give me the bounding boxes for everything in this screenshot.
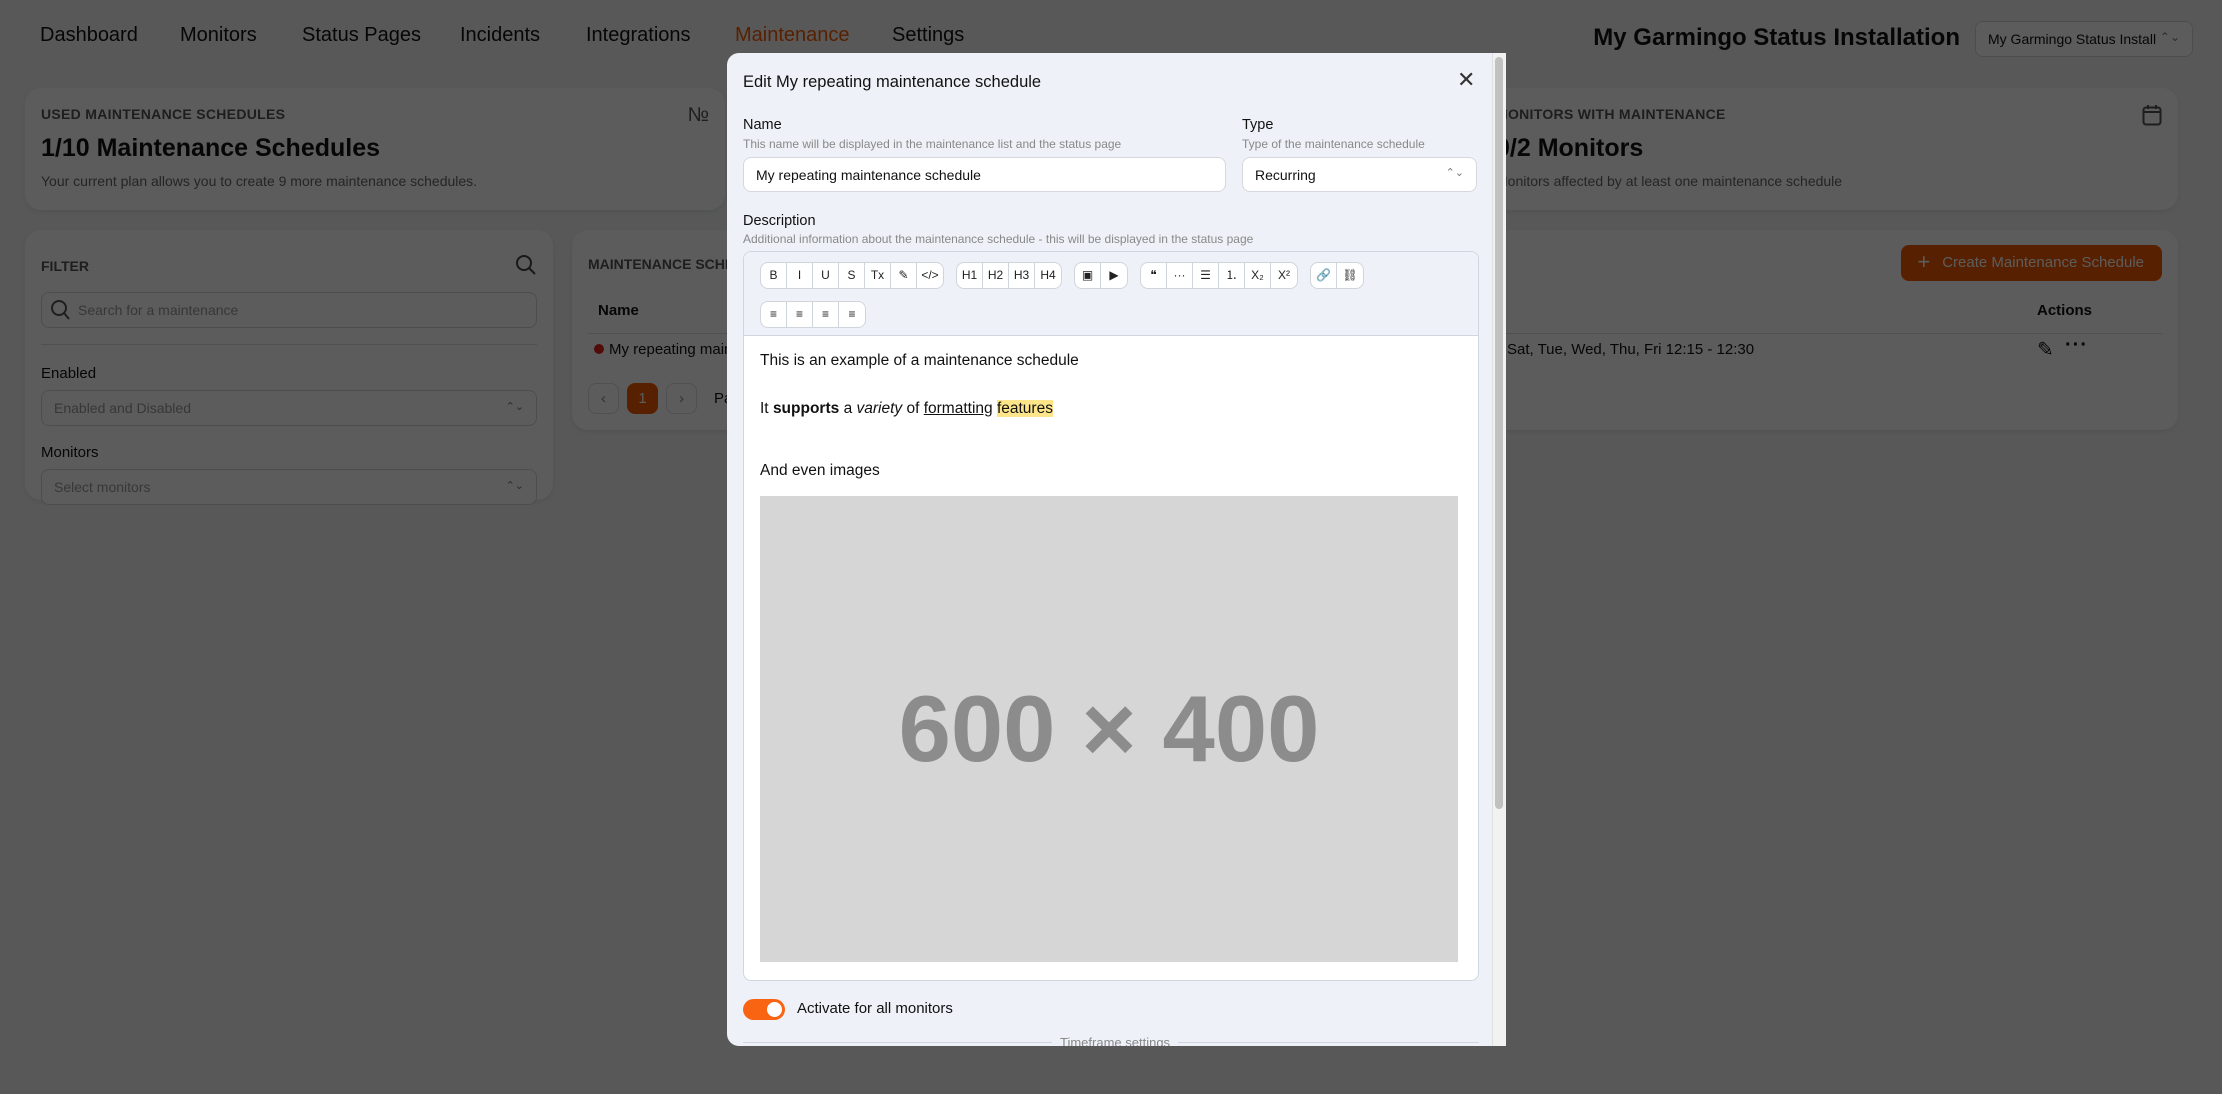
toolbar-group: H1 H2 H3 H4 <box>956 262 1062 289</box>
description-editor: B I U S Tx ✎ </> H1 H2 H3 H4 ▣ ▶ ❝ ··· ☰ ⒈ X₂ X² 🔗 ⛓ ≡ ≡ ≡ ≡ Th… <box>743 251 1479 981</box>
name-input-value: My repeating maintenance schedule <box>756 167 981 183</box>
video-icon[interactable]: ▶ <box>1101 263 1127 288</box>
superscript-icon[interactable]: X² <box>1271 263 1297 288</box>
content-line: It supports a variety of formatting feat… <box>760 398 1462 420</box>
subscript-icon[interactable]: X₂ <box>1245 263 1271 288</box>
italic-text: variety <box>856 400 903 417</box>
scrollbar-thumb[interactable] <box>1495 57 1503 809</box>
strikethrough-icon[interactable]: S <box>839 263 865 288</box>
bold-icon[interactable]: B <box>761 263 787 288</box>
type-help: Type of the maintenance schedule <box>1242 137 1425 151</box>
align-left-icon[interactable]: ≡ <box>761 302 787 327</box>
close-icon[interactable]: ✕ <box>1457 69 1475 91</box>
align-right-icon[interactable]: ≡ <box>839 302 865 327</box>
type-label: Type <box>1242 117 1274 133</box>
image-placeholder[interactable]: 600 × 400 <box>760 496 1458 962</box>
underline-icon[interactable]: U <box>813 263 839 288</box>
toolbar-group: ❝ ··· ☰ ⒈ X₂ X² <box>1140 262 1298 289</box>
toolbar-group: ≡ ≡ ≡ ≡ <box>760 301 866 328</box>
editor-content[interactable]: This is an example of a maintenance sche… <box>744 336 1478 976</box>
align-center-icon[interactable]: ≡ <box>787 302 813 327</box>
heading-2-icon[interactable]: H2 <box>983 263 1009 288</box>
toolbar-group: B I U S Tx ✎ </> <box>760 262 944 289</box>
link-icon[interactable]: 🔗 <box>1311 263 1337 288</box>
text: of <box>906 400 920 417</box>
modal-scrollbar[interactable] <box>1492 53 1506 1046</box>
modal-title: Edit My repeating maintenance schedule <box>743 73 1042 91</box>
heading-1-icon[interactable]: H1 <box>957 263 983 288</box>
content-line: This is an example of a maintenance sche… <box>760 352 1079 369</box>
name-help: This name will be displayed in the maint… <box>743 137 1122 151</box>
image-icon[interactable]: ▣ <box>1075 263 1101 288</box>
text: It <box>760 400 769 417</box>
heading-4-icon[interactable]: H4 <box>1035 263 1061 288</box>
underlined-text: formatting <box>923 400 993 417</box>
toolbar-group: ▣ ▶ <box>1074 262 1128 289</box>
timeframe-section-title: Timeframe settings <box>1052 1035 1179 1046</box>
toolbar-row: B I U S Tx ✎ </> H1 H2 H3 H4 ▣ ▶ ❝ ··· ☰ ⒈ X₂ X² 🔗 ⛓ <box>760 262 1462 289</box>
type-select[interactable]: Recurring ⌃⌄ <box>1242 157 1477 192</box>
toolbar-row: ≡ ≡ ≡ ≡ <box>760 301 1462 328</box>
blockquote-icon[interactable]: ❝ <box>1141 263 1167 288</box>
image-placeholder-text: 600 × 400 <box>898 676 1320 781</box>
editor-toolbar: B I U S Tx ✎ </> H1 H2 H3 H4 ▣ ▶ ❝ ··· ☰ ⒈ X₂ X² 🔗 ⛓ ≡ ≡ ≡ ≡ <box>744 252 1478 336</box>
content-line: And even images <box>760 462 880 479</box>
highlighted-text: features <box>996 400 1053 417</box>
bullet-list-icon[interactable]: ☰ <box>1193 263 1219 288</box>
horizontal-rule-icon[interactable]: ··· <box>1167 263 1193 288</box>
all-monitors-toggle[interactable] <box>743 999 785 1020</box>
type-select-value: Recurring <box>1255 167 1316 183</box>
ordered-list-icon[interactable]: ⒈ <box>1219 263 1245 288</box>
toolbar-group: 🔗 ⛓ <box>1310 262 1364 289</box>
align-justify-icon[interactable]: ≡ <box>813 302 839 327</box>
heading-3-icon[interactable]: H3 <box>1009 263 1035 288</box>
name-label: Name <box>743 117 782 133</box>
description-label: Description <box>743 213 816 229</box>
edit-maintenance-modal: Edit My repeating maintenance schedule ✕… <box>727 53 1506 1046</box>
bold-text: supports <box>772 400 840 417</box>
italic-icon[interactable]: I <box>787 263 813 288</box>
all-monitors-label: Activate for all monitors <box>797 1000 953 1017</box>
unlink-icon[interactable]: ⛓ <box>1337 263 1363 288</box>
toggle-knob <box>767 1002 782 1017</box>
code-icon[interactable]: </> <box>917 263 943 288</box>
highlight-icon[interactable]: ✎ <box>891 263 917 288</box>
name-input[interactable]: My repeating maintenance schedule <box>743 157 1226 192</box>
description-help: Additional information about the mainten… <box>743 232 1254 246</box>
chevron-updown-icon: ⌃⌄ <box>1445 167 1464 179</box>
text: a <box>843 400 853 417</box>
clear-format-icon[interactable]: Tx <box>865 263 891 288</box>
